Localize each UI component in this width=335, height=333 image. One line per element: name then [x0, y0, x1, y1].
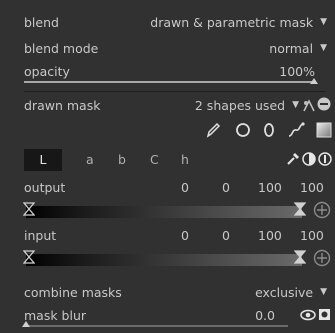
tab-channel-a[interactable]: a	[86, 152, 94, 167]
add-circle-icon[interactable]	[313, 201, 331, 219]
blend-label: blend	[24, 14, 59, 30]
combine-masks-dropdown[interactable]: combine masks exclusive ▼	[24, 283, 327, 301]
chevron-down-icon: ▼	[320, 287, 327, 297]
chevron-down-icon: ▼	[320, 43, 327, 53]
mask-blur-slider-track	[24, 325, 288, 327]
output-value-3: 100	[258, 180, 282, 195]
opacity-slider-fill	[24, 81, 314, 83]
drawn-mask-label: drawn mask	[24, 97, 101, 113]
input-high-handle[interactable]	[294, 250, 306, 264]
input-value-3: 100	[258, 228, 282, 243]
input-gradient-slider[interactable]	[26, 254, 302, 266]
opacity-slider[interactable]: opacity 100%	[24, 62, 315, 80]
opacity-value: 100%	[279, 63, 315, 79]
invert-polarity-icon[interactable]	[302, 152, 316, 166]
input-value-1: 0	[181, 228, 189, 243]
gradient-shape-icon[interactable]	[316, 122, 332, 138]
tab-channel-h[interactable]: h	[181, 152, 189, 167]
chevron-down-icon: ▼	[292, 100, 299, 110]
combine-masks-label: combine masks	[24, 284, 122, 300]
input-value-4: 100	[300, 228, 324, 243]
path-shape-icon[interactable]	[287, 121, 305, 139]
circle-shape-icon[interactable]	[235, 122, 251, 138]
mask-blur-slider-handle[interactable]	[22, 321, 30, 327]
chevron-down-icon: ▼	[320, 17, 327, 27]
input-label: input	[24, 228, 57, 243]
input-value-2: 0	[222, 228, 230, 243]
blend-mode-label: blend mode	[24, 40, 99, 56]
tab-channel-l[interactable]: L	[24, 149, 62, 171]
mask-display-icon[interactable]	[318, 308, 331, 321]
brush-icon[interactable]	[205, 122, 221, 138]
blend-mode-value: normal	[269, 40, 314, 56]
blend-value: drawn & parametric mask	[150, 14, 314, 30]
drawn-mask-row[interactable]: drawn mask 2 shapes used ▼	[24, 96, 299, 114]
output-value-1: 0	[181, 180, 189, 195]
opacity-slider-handle[interactable]	[310, 78, 318, 84]
blend-mode-dropdown[interactable]: blend mode normal ▼	[24, 39, 327, 57]
output-gradient-slider[interactable]	[26, 206, 302, 218]
reset-icon[interactable]	[318, 152, 332, 166]
add-circle-icon[interactable]	[313, 249, 331, 267]
opacity-label: opacity	[24, 63, 70, 79]
ellipse-shape-icon[interactable]	[262, 122, 276, 138]
eye-icon[interactable]	[300, 309, 316, 321]
input-low-handle[interactable]	[23, 250, 35, 264]
remove-shapes-icon[interactable]	[317, 97, 331, 111]
mask-blur-slider[interactable]: mask blur 0.0	[24, 306, 275, 324]
tab-channel-b[interactable]: b	[118, 152, 126, 167]
mask-blur-label: mask blur	[24, 307, 87, 323]
color-picker-icon[interactable]	[286, 152, 300, 166]
drawn-mask-value: 2 shapes used	[194, 97, 286, 113]
output-high-handle[interactable]	[294, 202, 306, 216]
section-divider	[24, 91, 326, 92]
mask-show-icon[interactable]	[302, 97, 316, 113]
combine-masks-value: exclusive	[255, 284, 314, 300]
output-label: output	[24, 180, 66, 195]
output-low-handle[interactable]	[23, 202, 35, 216]
output-value-4: 100	[300, 180, 324, 195]
output-value-2: 0	[222, 180, 230, 195]
blend-dropdown[interactable]: blend drawn & parametric mask ▼	[24, 13, 327, 31]
mask-blur-value: 0.0	[255, 307, 275, 323]
tab-channel-c[interactable]: C	[150, 152, 159, 167]
